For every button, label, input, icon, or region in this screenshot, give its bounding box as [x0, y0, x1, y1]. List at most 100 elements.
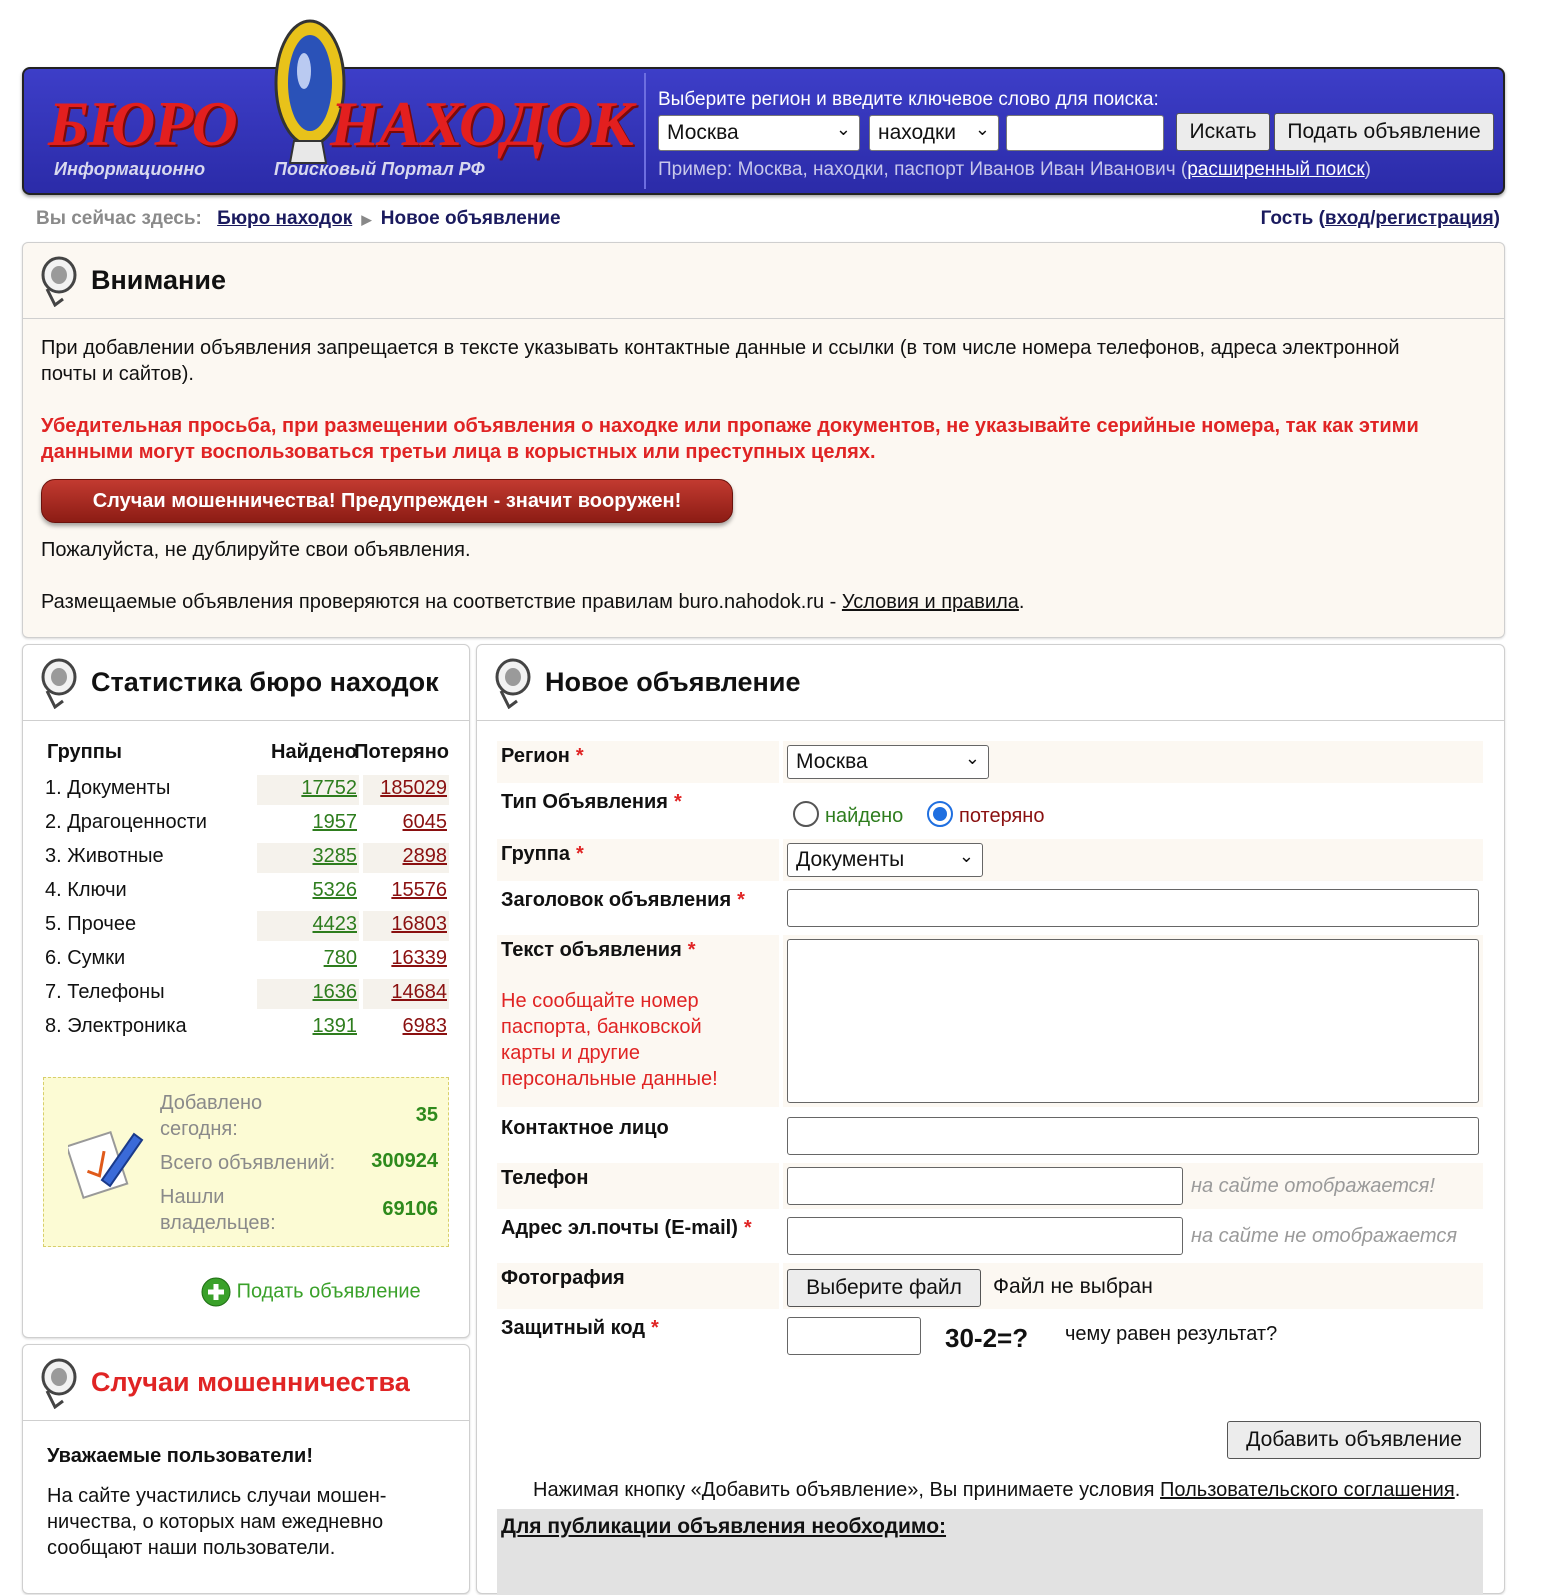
- form-row-type: Тип Объявления * найдено потеряно: [497, 787, 1483, 835]
- form-row-photo: Фотография Выберите файл Файл не выбран: [497, 1263, 1483, 1309]
- region-label: Регион *: [497, 741, 779, 783]
- advanced-search-link[interactable]: расширенный поиск: [1187, 159, 1364, 180]
- register-link[interactable]: регистрация: [1375, 208, 1493, 229]
- ad-type-select[interactable]: находки ⌄: [869, 115, 999, 151]
- headline-input[interactable]: [787, 889, 1479, 927]
- found-count-link[interactable]: 4423: [313, 913, 358, 935]
- group-label: 7. Телефоны: [45, 981, 165, 1003]
- type-lost-radio[interactable]: [927, 801, 953, 827]
- plus-circle-icon: [201, 1277, 231, 1307]
- stats-title: Статистика бюро находок: [91, 667, 439, 697]
- required-mark: *: [743, 1217, 752, 1239]
- found-count-link[interactable]: 17752: [301, 777, 357, 799]
- lost-count-link[interactable]: 15576: [391, 879, 447, 901]
- table-row: 2. Драгоценности 1957 6045: [45, 807, 449, 841]
- agreement-text: Нажимая кнопку «Добавить объявление», Вы…: [533, 1479, 1461, 1501]
- found-count-link[interactable]: 1957: [313, 811, 358, 833]
- form-title: Новое объявление: [545, 667, 801, 697]
- contact-label: Контактное лицо: [501, 1117, 669, 1139]
- fraud-text: На сайте участились случаи мошен-ничеств…: [47, 1485, 387, 1559]
- lost-count-link[interactable]: 6045: [403, 811, 448, 833]
- choose-file-button[interactable]: Выберите файл: [787, 1269, 981, 1307]
- lost-count-link[interactable]: 16803: [391, 913, 447, 935]
- search-prompt: Выберите регион и введите ключевое слово…: [658, 89, 1159, 110]
- stats-table-header: Группы Найдено Потеряно: [45, 741, 449, 773]
- form-group-select[interactable]: Документы ⌄: [787, 843, 983, 877]
- form-row-text: Текст объявления * Не сообщайте номер пас…: [497, 935, 1483, 1107]
- keyword-input[interactable]: [1006, 115, 1164, 151]
- found-count-link[interactable]: 1391: [313, 1015, 358, 1037]
- found-count-link[interactable]: 5326: [313, 879, 358, 901]
- type-found-label[interactable]: найдено: [825, 805, 903, 828]
- magnifier-icon: [41, 658, 77, 709]
- user-agreement-link[interactable]: Пользовательского соглашения: [1160, 1479, 1455, 1501]
- chevron-down-icon: ⌄: [974, 119, 990, 139]
- form-row-email: Адрес эл.почты (E-mail) * на сайте не ото…: [497, 1213, 1483, 1259]
- rules-link[interactable]: Условия и правила: [842, 591, 1019, 613]
- required-mark: *: [575, 745, 584, 767]
- breadcrumb-separator-icon: ▶: [361, 212, 372, 227]
- ad-type-select-value: находки: [878, 121, 956, 144]
- required-mark: *: [737, 889, 745, 911]
- col-groups: Группы: [47, 741, 122, 763]
- group-label: 4. Ключи: [45, 879, 127, 901]
- user-area: Гость (вход/регистрация): [1260, 208, 1500, 229]
- chevron-down-icon: ⌄: [958, 846, 974, 866]
- lost-count-link[interactable]: 185029: [380, 777, 447, 799]
- email-hint: на сайте не отображается: [1191, 1225, 1458, 1247]
- found-count-link[interactable]: 780: [324, 947, 357, 969]
- stats-panel: Статистика бюро находок Группы Найдено П…: [22, 644, 470, 1338]
- fraud-greeting: Уважаемые пользователи!: [47, 1445, 313, 1467]
- chevron-down-icon: ⌄: [835, 119, 851, 139]
- lost-count-link[interactable]: 6983: [403, 1015, 448, 1037]
- fraud-warning-button[interactable]: Случаи мошенничества! Предупрежден - зна…: [41, 479, 733, 523]
- contact-input[interactable]: [787, 1117, 1479, 1155]
- fraud-title: Случаи мошенничества: [91, 1367, 410, 1397]
- found-count-link[interactable]: 1636: [313, 981, 358, 1003]
- phone-input[interactable]: [787, 1167, 1183, 1205]
- type-lost-label[interactable]: потеряно: [959, 805, 1044, 828]
- magnifier-icon: [41, 1358, 77, 1409]
- form-region-select[interactable]: Москва ⌄: [787, 745, 989, 779]
- email-label: Адрес эл.почты (E-mail) *: [501, 1217, 752, 1239]
- email-input[interactable]: [787, 1217, 1183, 1255]
- add-ad-button[interactable]: Добавить объявление: [1227, 1421, 1481, 1459]
- lost-count-link[interactable]: 14684: [391, 981, 447, 1003]
- found-count-link[interactable]: 3285: [313, 845, 358, 867]
- no-duplicate-text: Пожалуйста, не дублируйте свои объявлени…: [41, 539, 471, 561]
- ad-text-textarea[interactable]: [787, 939, 1479, 1103]
- publish-requirements-title: Для публикации объявления необходимо:: [501, 1515, 947, 1538]
- type-found-radio[interactable]: [793, 801, 819, 827]
- group-label: 8. Электроника: [45, 1015, 187, 1037]
- search-button[interactable]: Искать: [1176, 113, 1270, 151]
- captcha-question: 30-2=?: [945, 1323, 1029, 1353]
- lost-count-link[interactable]: 16339: [391, 947, 447, 969]
- table-row: 5. Прочее 4423 16803: [45, 909, 449, 943]
- captcha-input[interactable]: [787, 1317, 921, 1355]
- table-row: 3. Животные 3285 2898: [45, 841, 449, 875]
- breadcrumb-home-link[interactable]: Бюро находок: [217, 208, 352, 229]
- post-ad-button[interactable]: Подать объявление: [1274, 113, 1494, 151]
- panel-header: Новое объявление: [477, 645, 1504, 721]
- required-mark: *: [575, 843, 584, 865]
- stats-table: Группы Найдено Потеряно 1. Документы 177…: [45, 741, 449, 1045]
- form-row-group: Группа * Документы ⌄: [497, 839, 1483, 881]
- text-label: Текст объявления * Не сообщайте номер пас…: [497, 935, 779, 1107]
- breadcrumb: Вы сейчас здесь: Бюро находок ▶ Новое об…: [36, 208, 561, 230]
- total-ads-value: 300924: [371, 1150, 438, 1172]
- group-label: 6. Сумки: [45, 947, 126, 969]
- stats-post-ad-link[interactable]: Подать объявление: [201, 1277, 421, 1307]
- lost-count-link[interactable]: 2898: [403, 845, 448, 867]
- table-row: 7. Телефоны 1636 14684: [45, 977, 449, 1011]
- region-select-value: Москва: [667, 121, 739, 144]
- table-row: 4. Ключи 5326 15576: [45, 875, 449, 909]
- captcha-hint: чему равен результат?: [1065, 1323, 1278, 1345]
- type-label: Тип Объявления *: [501, 791, 682, 813]
- site-header: БЮРО НАХОДОК Информационно Поисковый Пор…: [22, 19, 1505, 195]
- login-link[interactable]: вход: [1325, 208, 1370, 229]
- magnifier-icon: [41, 256, 77, 307]
- phone-hint: на сайте отображается!: [1191, 1175, 1435, 1197]
- found-owners-value: 69106: [382, 1198, 438, 1220]
- region-select[interactable]: Москва ⌄: [658, 115, 860, 151]
- publish-requirements-box: Для публикации объявления необходимо:: [497, 1509, 1483, 1595]
